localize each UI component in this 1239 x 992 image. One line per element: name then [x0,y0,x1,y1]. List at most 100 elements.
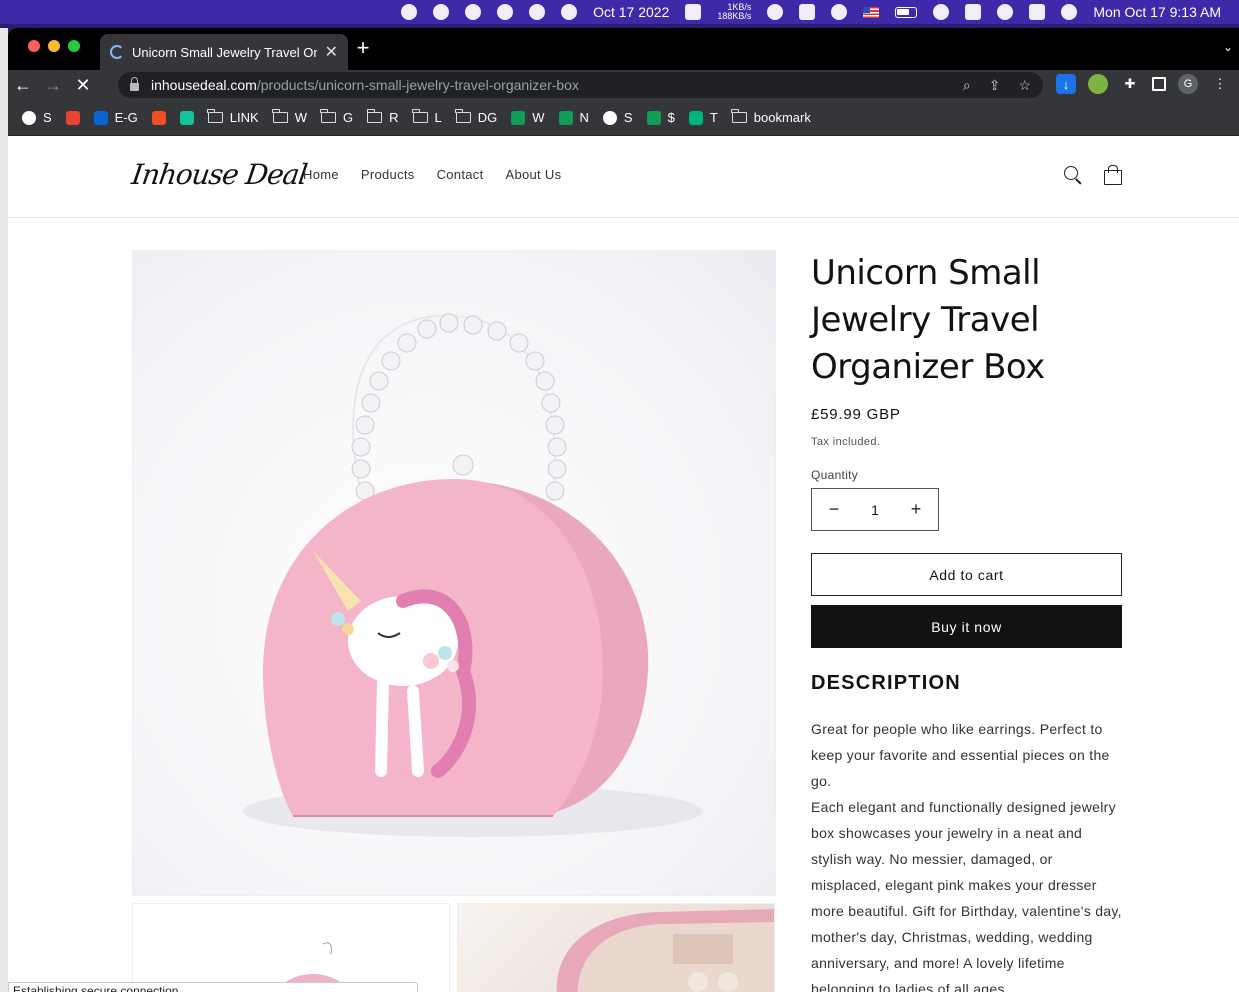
quantity-label: Quantity [811,468,859,482]
bookmark-label: $ [667,110,675,125]
bookmark-item[interactable]: bookmark [731,109,811,125]
menubar-date-text: Oct 17 2022 [593,4,670,20]
add-to-cart-button[interactable]: Add to cart [811,553,1122,596]
zoom-icon[interactable]: ⌕ [963,77,971,94]
control-center-icon[interactable] [1021,0,1053,24]
spotlight-icon[interactable] [989,0,1021,24]
nav-home[interactable]: Home [303,167,339,182]
network-speed[interactable]: 1KB/s 188KB/s [709,0,759,24]
bookmark-item[interactable]: $ [646,110,675,125]
bookmark-item[interactable]: DG [455,109,497,125]
us-flag-icon[interactable] [855,0,887,24]
bookmark-item[interactable] [65,110,80,125]
web-page: Inhouse Deal Home Products Contact About… [8,136,1239,992]
globe-icon [602,110,617,125]
folder-icon [366,109,383,123]
folder-icon [731,109,747,123]
bookmark-label: E-G [114,110,138,125]
bookmark-item[interactable]: N [558,110,589,125]
qq-icon[interactable] [425,0,457,24]
tab-strip: Unicorn Small Jewelry Travel Organizer B… [8,28,1239,70]
minimize-window-button[interactable] [48,40,60,52]
site-logo[interactable]: Inhouse Deal [130,158,309,191]
tab-search-chevron-icon[interactable]: ⌄ [1223,40,1233,54]
description-heading: DESCRIPTION [811,672,961,694]
bookmark-label: R [389,110,399,125]
bookmark-label: S [623,110,633,125]
cat-icon[interactable] [521,0,553,24]
quantity-value[interactable]: 1 [871,502,879,518]
runcat-icon[interactable] [677,0,709,24]
wechat-icon[interactable] [457,0,489,24]
bookmark-item[interactable]: T [688,110,718,125]
address-bar[interactable]: inhousedeal.com/products/unicorn-small-j… [118,72,1043,98]
active-tab[interactable]: Unicorn Small Jewelry Travel Organizer B… [100,34,348,70]
folder-icon [207,109,223,123]
side-panel-icon[interactable] [1152,77,1166,91]
bookmark-label: LINK [229,110,259,125]
bookmark-item[interactable]: W [511,110,545,125]
bookmark-item[interactable]: S [602,110,633,125]
browser-menu-icon[interactable]: ⋮ [1210,74,1230,94]
product-thumbnail-1[interactable] [132,903,450,992]
time-machine-icon[interactable] [823,0,855,24]
bookmark-label: W [532,110,545,125]
script-icon[interactable] [759,0,791,24]
bookmark-item[interactable]: G [320,109,353,125]
line-app-icon[interactable] [393,0,425,24]
close-window-button[interactable] [28,40,40,52]
tab-close-icon[interactable]: ✕ [325,42,338,62]
tab-title: Unicorn Small Jewelry Travel Organizer B… [132,44,317,60]
bookmark-label: bookmark [753,110,811,125]
bookmark-star-icon[interactable]: ☆ [1018,77,1031,94]
nav-about-us[interactable]: About Us [506,167,562,182]
bookmark-item[interactable]: W [272,109,307,125]
messenger-icon[interactable] [489,0,521,24]
net-down-text: 188KB/s [717,11,752,21]
decrease-quantity-button[interactable]: − [826,499,842,520]
menubar-date[interactable]: Oct 17 2022 [585,0,677,24]
bookmark-item[interactable]: E-G [93,110,138,125]
share-icon[interactable]: ⇪ [989,77,1001,94]
nav-products[interactable]: Products [361,167,415,182]
kakao-icon[interactable] [553,0,585,24]
nav-contact[interactable]: Contact [437,167,484,182]
bookmark-item[interactable] [179,110,194,125]
folder-icon [412,109,428,123]
product-main-image[interactable] [132,250,776,896]
description-paragraph-1: Great for people who like earrings. Perf… [811,721,1110,789]
bookmark-item[interactable]: R [366,109,399,125]
bookmark-item[interactable]: LINK [207,109,259,125]
check-icon[interactable] [791,0,823,24]
menubar-clock[interactable]: Mon Oct 17 9:13 AM [1085,0,1229,24]
siri-icon[interactable] [1053,0,1085,24]
wifi-icon[interactable] [925,0,957,24]
keyboard-icon[interactable] [957,0,989,24]
lock-icon[interactable] [130,77,139,91]
product-title: Unicorn Small Jewelry Travel Organizer B… [811,253,1045,387]
bookmark-item[interactable] [151,110,166,125]
product-price: £59.99 GBP [811,406,901,423]
stop-loading-button[interactable]: ✕ [68,70,98,100]
buy-it-now-button[interactable]: Buy it now [811,605,1122,648]
unicorn-jewelry-box-illustration [243,313,703,837]
globe-icon [22,110,36,125]
product-thumbnail-2[interactable] [457,903,775,992]
bookmark-item[interactable]: S [22,110,52,125]
bookmark-item[interactable]: L [412,109,442,125]
battery-icon[interactable] [887,0,925,24]
forward-button[interactable]: → [38,70,68,100]
extensions-puzzle-icon[interactable]: ✚ [1120,74,1140,94]
profile-avatar[interactable]: G [1178,74,1198,94]
fullscreen-window-button[interactable] [68,40,80,52]
browser-window: Unicorn Small Jewelry Travel Organizer B… [8,28,1239,992]
color-extension-icon[interactable] [1088,74,1108,94]
cart-icon[interactable] [1102,164,1124,186]
search-icon[interactable] [1062,164,1084,186]
description-paragraph-2: Each elegant and functionally designed j… [811,799,1122,992]
quantity-stepper: − 1 + [811,488,939,531]
back-button[interactable]: ← [8,70,38,100]
increase-quantity-button[interactable]: + [908,499,924,520]
new-tab-button[interactable]: + [351,36,375,60]
download-extension-icon[interactable]: ↓ [1056,74,1076,94]
